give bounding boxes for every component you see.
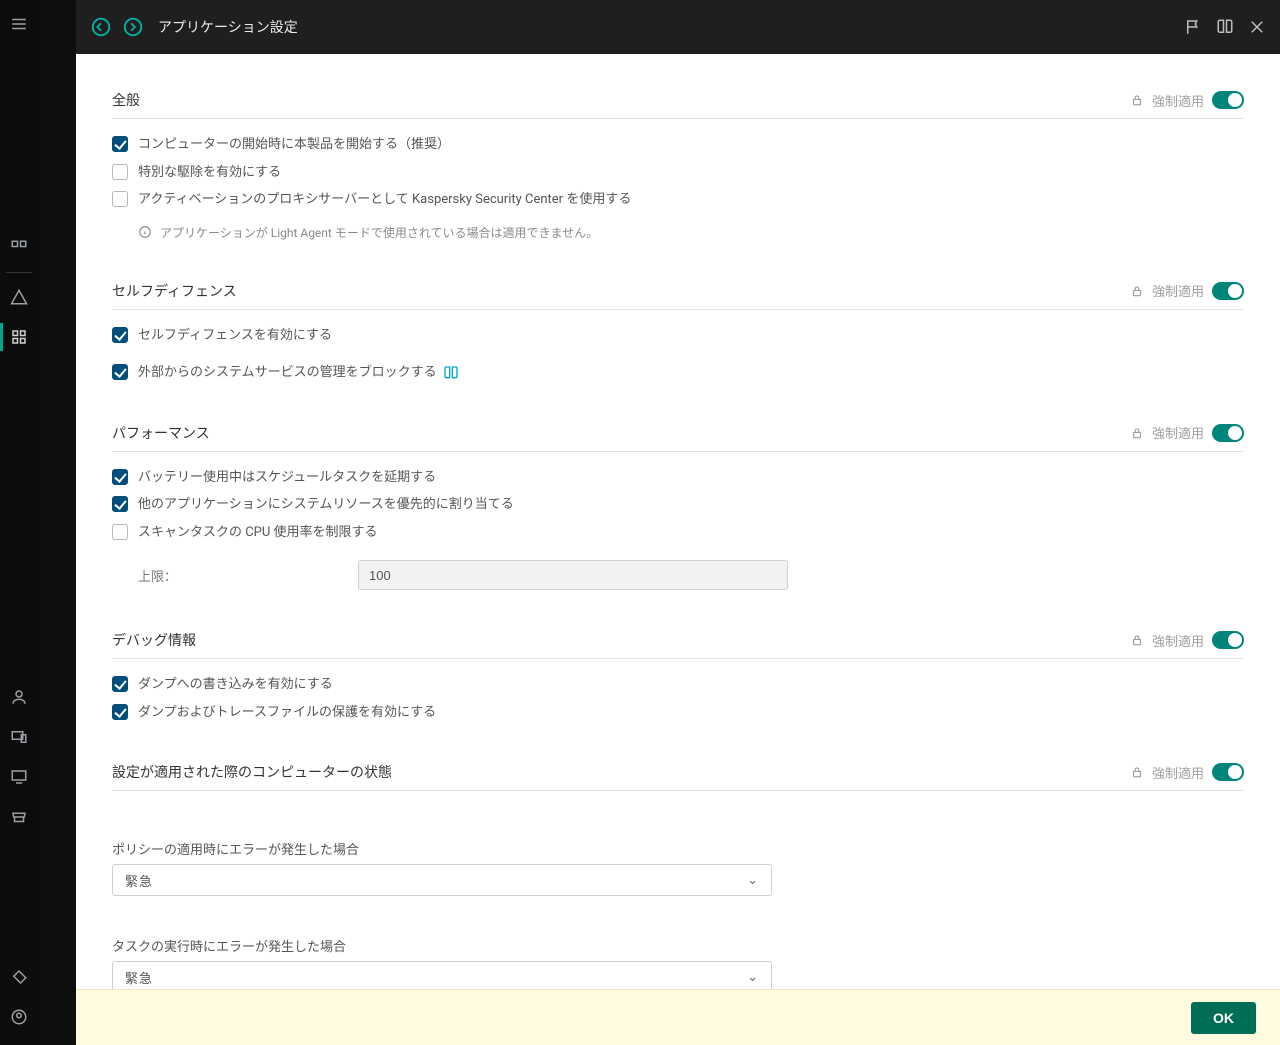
enforce-general: 強制適用 [1130, 91, 1244, 110]
checkbox-advanced-disinfect[interactable] [112, 164, 128, 180]
select-task-error[interactable]: 緊急 ⌄ [112, 961, 772, 989]
checkbox-ksc-proxy[interactable] [112, 191, 128, 207]
lock-icon [1130, 765, 1144, 779]
settings-panel: アプリケーション設定 全般 強制適用 [76, 0, 1280, 1045]
checkbox-concede-resources[interactable] [112, 496, 128, 512]
enforce-debug: 強制適用 [1130, 631, 1244, 650]
checkbox-block-external[interactable] [112, 364, 128, 380]
select-label-policy-error: ポリシーの適用時にエラーが発生した場合 [112, 839, 1244, 858]
section-debug: デバッグ情報 強制適用 ダンプへの書き込みを有効にする ダンプおよびトレースフ [112, 630, 1244, 722]
chevron-down-icon: ⌄ [747, 873, 759, 888]
label-cpu-limit: 上限： [138, 566, 338, 585]
info-icon [138, 225, 152, 239]
info-light-agent: アプリケーションが Light Agent モードで使用されている場合は適用でき… [138, 224, 1244, 241]
checkbox-start-on-boot[interactable] [112, 136, 128, 152]
section-performance: パフォーマンス 強制適用 バッテリー使用中はスケジュールタスクを延期する 他の [112, 423, 1244, 591]
panel-header: アプリケーション設定 [76, 0, 1280, 54]
label-limit-cpu: スキャンタスクの CPU 使用率を制限する [138, 523, 378, 543]
rail-active-item[interactable] [0, 317, 38, 357]
panel-footer: OK [76, 989, 1280, 1045]
enforce-performance: 強制適用 [1130, 423, 1244, 442]
panel-title: アプリケーション設定 [158, 17, 298, 37]
section-title-selfdefense: セルフディフェンス [112, 281, 237, 301]
label-selfdefense-enable: セルフディフェンスを有効にする [138, 326, 332, 346]
checkbox-write-dump[interactable] [112, 676, 128, 692]
rail-account-icon[interactable] [0, 997, 38, 1037]
rail-devices-icon[interactable] [0, 717, 38, 757]
section-title-performance: パフォーマンス [112, 423, 210, 443]
section-title-debug: デバッグ情報 [112, 630, 196, 650]
label-postpone-battery: バッテリー使用中はスケジュールタスクを延期する [138, 468, 436, 488]
checkbox-postpone-battery[interactable] [112, 469, 128, 485]
toggle-performance[interactable] [1212, 424, 1244, 442]
lock-icon [1130, 633, 1144, 647]
enforce-label: 強制適用 [1152, 91, 1204, 110]
breadcrumb-back-icon[interactable] [90, 16, 112, 38]
help-book-icon[interactable] [443, 365, 459, 381]
rail-settings-icon[interactable] [0, 957, 38, 997]
enforce-computer-state: 強制適用 [1130, 763, 1244, 782]
panel-content: 全般 強制適用 コンピューターの開始時に本製品を開始する（推奨） 特別な駆除を [76, 54, 1280, 989]
rail-warning-icon[interactable] [0, 277, 38, 317]
menu-icon[interactable] [0, 4, 38, 44]
lock-icon [1130, 426, 1144, 440]
section-selfdefense: セルフディフェンス 強制適用 セルフディフェンスを有効にする [112, 281, 1244, 383]
select-label-task-error: タスクの実行時にエラーが発生した場合 [112, 936, 1244, 955]
label-concede-resources: 他のアプリケーションにシステムリソースを優先的に割り当てる [138, 495, 514, 515]
close-icon[interactable] [1248, 18, 1266, 36]
lock-icon [1130, 93, 1144, 107]
chevron-down-icon: ⌄ [747, 970, 759, 985]
lock-icon [1130, 284, 1144, 298]
select-policy-error-value: 緊急 [125, 871, 153, 890]
enforce-label: 強制適用 [1152, 281, 1204, 300]
section-general: 全般 強制適用 コンピューターの開始時に本製品を開始する（推奨） 特別な駆除を [112, 90, 1244, 241]
select-policy-error[interactable]: 緊急 ⌄ [112, 864, 772, 896]
modal-overlay: アプリケーション設定 全般 強制適用 [38, 0, 1280, 1045]
label-advanced-disinfect: 特別な駆除を有効にする [138, 163, 281, 183]
info-light-agent-text: アプリケーションが Light Agent モードで使用されている場合は適用でき… [160, 224, 598, 241]
toggle-computer-state[interactable] [1212, 763, 1244, 781]
checkbox-selfdefense-enable[interactable] [112, 327, 128, 343]
toggle-debug[interactable] [1212, 631, 1244, 649]
checkbox-limit-cpu[interactable] [112, 524, 128, 540]
label-block-external: 外部からのシステムサービスの管理をブロックする [138, 363, 437, 383]
label-start-on-boot: コンピューターの開始時に本製品を開始する（推奨） [138, 135, 450, 155]
section-title-general: 全般 [112, 90, 140, 110]
toggle-general[interactable] [1212, 91, 1244, 109]
enforce-label: 強制適用 [1152, 763, 1204, 782]
rail-monitor-icon[interactable] [0, 757, 38, 797]
left-rail [0, 0, 38, 1045]
rail-user-icon[interactable] [0, 677, 38, 717]
label-write-dump: ダンプへの書き込みを有効にする [138, 675, 333, 695]
select-task-error-value: 緊急 [125, 968, 153, 987]
breadcrumb-section-icon [122, 16, 144, 38]
label-ksc-proxy: アクティベーションのプロキシサーバーとして Kaspersky Security… [138, 190, 631, 210]
checkbox-protect-dump[interactable] [112, 704, 128, 720]
ok-button[interactable]: OK [1191, 1002, 1256, 1034]
toggle-selfdefense[interactable] [1212, 282, 1244, 300]
section-computer-state: 設定が適用された際のコンピューターの状態 強制適用 ポリシーの適用時にエラーが発… [112, 762, 1244, 989]
flag-icon[interactable] [1184, 18, 1202, 36]
section-title-computer-state: 設定が適用された際のコンピューターの状態 [112, 762, 392, 782]
enforce-label: 強制適用 [1152, 631, 1204, 650]
rail-dashboard-icon[interactable] [0, 228, 38, 268]
label-protect-dump: ダンプおよびトレースファイルの保護を有効にする [138, 703, 436, 723]
enforce-selfdefense: 強制適用 [1130, 281, 1244, 300]
enforce-label: 強制適用 [1152, 423, 1204, 442]
help-book-icon[interactable] [1216, 18, 1234, 36]
input-cpu-limit[interactable] [358, 560, 788, 590]
rail-market-icon[interactable] [0, 797, 38, 837]
